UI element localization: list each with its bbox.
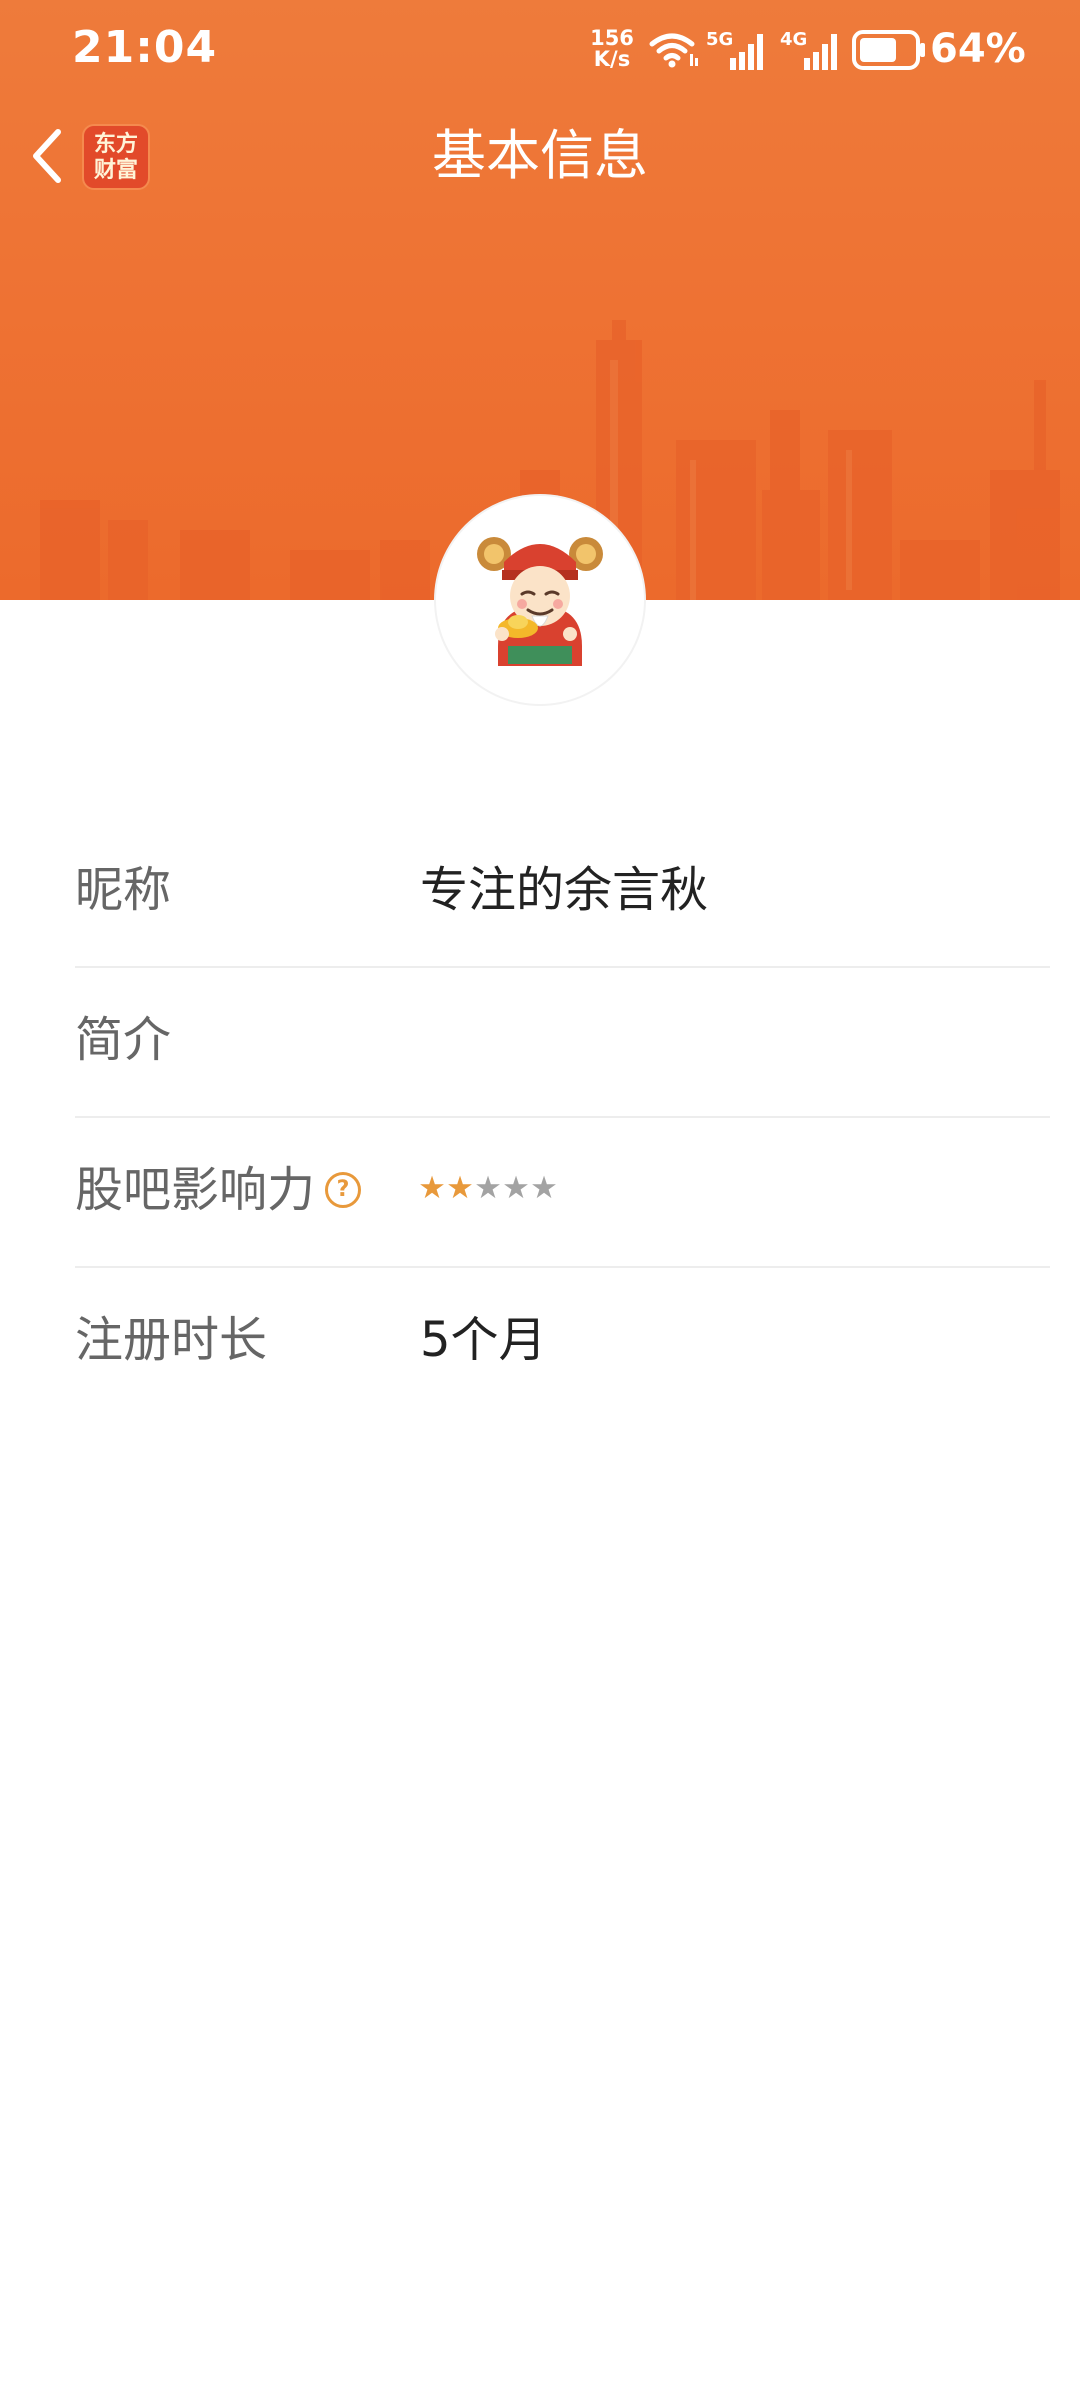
star-empty-icon: ★ bbox=[502, 1170, 530, 1206]
network-5g-label: 5G bbox=[706, 29, 733, 50]
wifi-icon bbox=[649, 33, 698, 68]
signal-5g-icon: 5G bbox=[706, 29, 763, 70]
network-4g-label: 4G bbox=[780, 29, 807, 50]
influence-star-rating: ★★★★★ bbox=[418, 1168, 558, 1208]
nickname-value: 专注的余言秋 bbox=[420, 862, 709, 918]
nickname-row[interactable]: 昵称 专注的余言秋 bbox=[75, 818, 1050, 968]
intro-row[interactable]: 简介 bbox=[75, 968, 1050, 1118]
star-empty-icon: ★ bbox=[530, 1170, 558, 1206]
avatar[interactable] bbox=[436, 496, 644, 704]
registration-label: 注册时长 bbox=[75, 1312, 268, 1368]
intro-label: 简介 bbox=[75, 1012, 172, 1068]
influence-row: 股吧影响力 ? ★★★★★ bbox=[75, 1118, 1050, 1268]
nickname-label: 昵称 bbox=[75, 862, 172, 918]
registration-row: 注册时长 5个月 bbox=[75, 1268, 1050, 1418]
god-of-wealth-avatar-icon bbox=[477, 537, 603, 666]
network-speed-unit: K/s bbox=[593, 47, 631, 71]
star-empty-icon: ★ bbox=[474, 1170, 502, 1206]
signal-4g-icon: 4G bbox=[780, 29, 837, 70]
page-title: 基本信息 bbox=[432, 124, 648, 187]
battery-percent: 64% bbox=[930, 26, 1026, 72]
status-bar: 21:04 156 K/s 5G 4G 64% bbox=[0, 0, 1080, 100]
battery-icon bbox=[852, 30, 925, 70]
influence-label: 股吧影响力 bbox=[75, 1162, 316, 1218]
profile-info-list: 昵称 专注的余言秋 简介 股吧影响力 ? ★★★★★ 注册时长 5个月 bbox=[75, 818, 1050, 1418]
star-filled-icon: ★ bbox=[446, 1170, 474, 1206]
profile-basic-info-page: 21:04 156 K/s 5G 4G 64% 东方 财富 基本信息 昵称 专注… bbox=[0, 0, 1080, 2400]
status-time: 21:04 bbox=[72, 22, 218, 73]
network-speed-value: 156 bbox=[590, 26, 634, 50]
star-filled-icon: ★ bbox=[418, 1170, 446, 1206]
network-speed: 156 K/s bbox=[588, 28, 636, 70]
help-icon[interactable]: ? bbox=[325, 1172, 361, 1208]
registration-value: 5个月 bbox=[420, 1312, 547, 1368]
